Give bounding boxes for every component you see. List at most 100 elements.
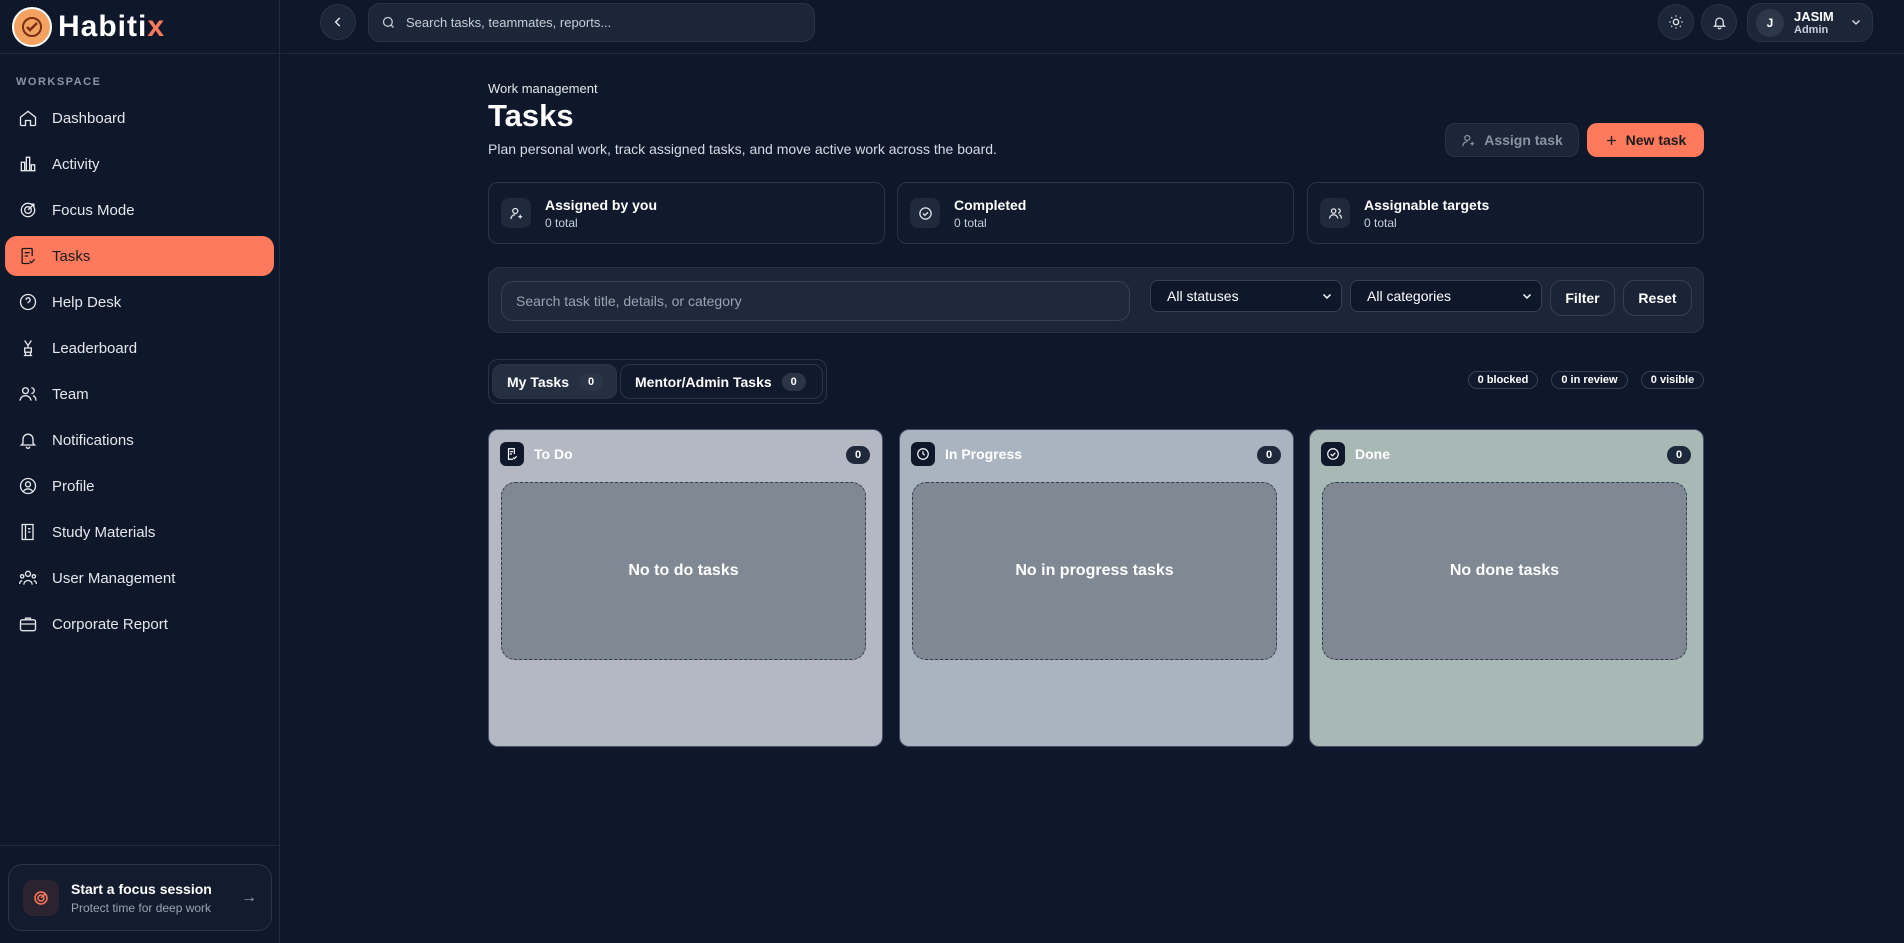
user-group-icon <box>19 570 37 585</box>
sidebar-item-label: Corporate Report <box>52 615 168 633</box>
notifications-button[interactable] <box>1701 4 1737 40</box>
sidebar-item-label: Tasks <box>52 247 91 265</box>
tab-count: 0 <box>781 372 806 391</box>
sidebar-item-profile[interactable]: Profile <box>5 466 274 506</box>
check-circle-icon <box>1321 442 1345 466</box>
status-select[interactable]: All statuses <box>1150 280 1342 312</box>
sidebar-item-activity[interactable]: Activity <box>5 144 274 184</box>
review-count-badge: 0 in review <box>1551 371 1628 389</box>
brand-logo-icon <box>12 6 52 47</box>
stat-value: 0 total <box>1364 215 1397 230</box>
column-title: To Do <box>534 446 573 462</box>
tab-label: Mentor/Admin Tasks <box>635 373 772 390</box>
column-title: Done <box>1355 446 1390 462</box>
stat-value: 0 total <box>545 215 578 230</box>
sidebar-item-label: Notifications <box>52 431 134 449</box>
page-subtitle: Plan personal work, track assigned tasks… <box>488 141 997 157</box>
arrow-right-icon: → <box>241 889 257 906</box>
focus-session-title: Start a focus session <box>71 880 212 897</box>
home-icon <box>19 110 37 127</box>
sidebar-item-label: User Management <box>52 569 176 587</box>
column-empty-state: No done tasks <box>1322 482 1687 660</box>
stat-card-assignable-targets: Assignable targets 0 total <box>1307 182 1704 244</box>
sidebar-item-notifications[interactable]: Notifications <box>5 420 274 460</box>
sidebar-item-user-management[interactable]: User Management <box>5 558 274 598</box>
sidebar-item-dashboard[interactable]: Dashboard <box>5 98 274 138</box>
award-icon <box>23 340 33 357</box>
visible-count-badge: 0 visible <box>1641 371 1704 389</box>
column-count: 0 <box>1667 446 1691 464</box>
sidebar-item-label: Focus Mode <box>52 201 135 219</box>
new-task-label: New task <box>1625 132 1687 148</box>
stat-title: Completed <box>954 196 1027 213</box>
sidebar-item-label: Study Materials <box>52 523 156 541</box>
sidebar-item-label: Activity <box>52 155 100 173</box>
theme-toggle-button[interactable] <box>1658 4 1694 40</box>
task-tabs: My Tasks 0 Mentor/Admin Tasks 0 <box>488 359 827 404</box>
focus-session-card[interactable]: Start a focus session Protect time for d… <box>8 864 272 931</box>
stat-value: 0 total <box>954 215 987 230</box>
users-icon <box>19 387 37 401</box>
help-circle-icon <box>19 293 37 311</box>
check-circle-icon <box>910 198 940 228</box>
column-empty-state: No in progress tasks <box>912 482 1277 660</box>
book-icon <box>21 523 34 541</box>
user-menu[interactable]: J JASIM Admin <box>1747 3 1873 42</box>
sidebar-item-focus-mode[interactable]: Focus Mode <box>5 190 274 230</box>
assign-task-button[interactable]: Assign task <box>1445 123 1579 157</box>
stat-title: Assigned by you <box>545 196 658 213</box>
sidebar-item-leaderboard[interactable]: Leaderboard <box>5 328 274 368</box>
focus-session-subtitle: Protect time for deep work <box>71 900 212 915</box>
task-search-input[interactable]: Search task title, details, or category <box>501 281 1130 321</box>
collapse-sidebar-button[interactable] <box>320 4 356 40</box>
column-count: 0 <box>846 446 870 464</box>
chevron-down-icon <box>1522 293 1532 300</box>
sidebar-item-corporate-report[interactable]: Corporate Report <box>5 604 274 644</box>
briefcase-icon <box>19 617 37 632</box>
category-select-value: All categories <box>1367 288 1452 304</box>
stat-card-assigned: Assigned by you 0 total <box>488 182 885 244</box>
task-search-placeholder: Search task title, details, or category <box>516 293 742 309</box>
sidebar: Habitix WORKSPACE Dashboard Activity Foc… <box>0 0 280 943</box>
user-plus-icon <box>501 198 531 228</box>
stat-title: Assignable targets <box>1364 196 1490 213</box>
clock-icon <box>911 442 935 466</box>
filter-button[interactable]: Filter <box>1550 280 1615 316</box>
global-search-placeholder: Search tasks, teammates, reports... <box>406 15 612 30</box>
sidebar-item-team[interactable]: Team <box>5 374 274 414</box>
plus-icon <box>1606 135 1616 145</box>
sidebar-item-label: Dashboard <box>52 109 126 127</box>
tab-mentor-admin-tasks[interactable]: Mentor/Admin Tasks 0 <box>620 364 823 399</box>
board-column-done: Done 0 No done tasks <box>1309 429 1704 747</box>
reset-button[interactable]: Reset <box>1623 280 1692 316</box>
filter-bar: Search task title, details, or category … <box>488 267 1704 333</box>
blocked-count-badge: 0 blocked <box>1468 371 1538 389</box>
tab-count: 0 <box>579 372 603 391</box>
chevron-left-icon <box>334 17 341 27</box>
page-eyebrow: Work management <box>488 81 598 96</box>
global-search-input[interactable]: Search tasks, teammates, reports... <box>368 3 815 42</box>
board-column-todo: To Do 0 No to do tasks <box>488 429 883 747</box>
tab-my-tasks[interactable]: My Tasks 0 <box>492 364 617 399</box>
new-task-button[interactable]: New task <box>1587 123 1704 157</box>
sidebar-footer: Start a focus session Protect time for d… <box>0 845 280 943</box>
workspace-label: WORKSPACE <box>16 76 102 88</box>
user-circle-icon <box>19 477 37 495</box>
sidebar-item-label: Leaderboard <box>52 339 138 357</box>
target-icon <box>20 202 36 218</box>
sidebar-item-help-desk[interactable]: Help Desk <box>5 282 274 322</box>
board-column-in-progress: In Progress 0 No in progress tasks <box>899 429 1294 747</box>
user-role: Admin <box>1794 23 1829 36</box>
search-icon <box>382 16 394 28</box>
brand-name: Habitix <box>58 9 166 43</box>
sidebar-item-tasks[interactable]: Tasks <box>5 236 274 276</box>
bell-icon <box>1712 17 1726 29</box>
page-title: Tasks <box>488 98 574 133</box>
tab-label: My Tasks <box>507 373 569 390</box>
chevron-down-icon <box>1852 20 1860 25</box>
category-select[interactable]: All categories <box>1350 280 1542 312</box>
user-name: JASIM <box>1794 8 1834 24</box>
sidebar-item-study-materials[interactable]: Study Materials <box>5 512 274 552</box>
brand[interactable]: Habitix <box>0 0 279 54</box>
bell-icon <box>19 433 37 449</box>
